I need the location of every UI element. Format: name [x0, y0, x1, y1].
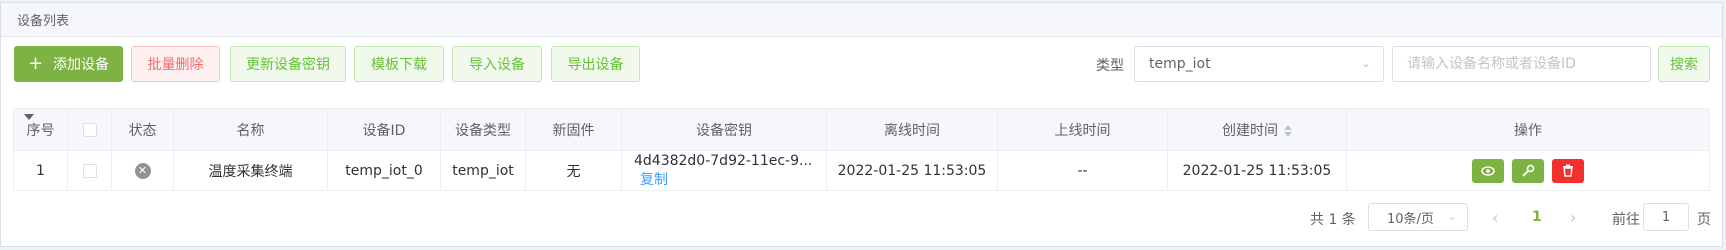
current-page-number[interactable]: 1 — [1532, 209, 1542, 225]
col-device-id: 设备ID — [327, 108, 441, 151]
trash-icon — [1563, 164, 1574, 177]
search-input[interactable] — [1392, 46, 1651, 82]
cell-device-key: 4d4382d0-7d92-11ec-9... 复制 — [621, 150, 827, 191]
add-device-label: 添加设备 — [53, 57, 110, 73]
export-device-button[interactable]: 导出设备 — [551, 46, 640, 82]
col-index[interactable]: 序号 — [13, 108, 68, 151]
view-button[interactable] — [1471, 158, 1504, 183]
col-name: 名称 — [173, 108, 328, 151]
template-download-button[interactable]: 模板下载 — [354, 46, 444, 82]
plus-icon: + — [27, 53, 44, 74]
table-header-row: 序号 状态 名称 设备ID 设备类型 新固件 设备密钥 离线时间 上线时间 创建… — [13, 108, 1710, 151]
import-device-button[interactable]: 导入设备 — [452, 46, 542, 82]
sort-caret-icon[interactable] — [1284, 124, 1292, 137]
panel-header: 设备列表 — [1, 3, 1722, 37]
cell-device-type: temp_iot — [440, 150, 526, 191]
cell-status: ✕ — [111, 150, 174, 191]
copy-key-link[interactable]: 复制 — [640, 172, 668, 188]
panel-title: 设备列表 — [17, 14, 70, 29]
add-device-button[interactable]: + 添加设备 — [14, 46, 123, 82]
page-size-select[interactable]: 10条/页 ⌄ — [1368, 203, 1468, 231]
device-key-text: 4d4382d0-7d92-11ec-9... — [634, 152, 813, 169]
select-all-checkbox[interactable] — [82, 122, 97, 137]
col-actions: 操作 — [1346, 108, 1710, 151]
table-row: 1 ✕ 温度采集终端 temp_iot_0 temp_iot 无 4d4382d… — [13, 150, 1710, 191]
cell-device-id: temp_iot_0 — [327, 150, 441, 191]
col-new-firmware: 新固件 — [525, 108, 622, 151]
update-key-button[interactable]: 更新设备密钥 — [230, 46, 346, 82]
col-select-all[interactable] — [67, 108, 112, 151]
page-size-value: 10条/页 — [1387, 211, 1434, 227]
delete-button[interactable] — [1552, 158, 1585, 183]
goto-label: 前往 — [1612, 212, 1640, 228]
col-offline-time: 离线时间 — [826, 108, 998, 151]
device-table: 序号 状态 名称 设备ID 设备类型 新固件 设备密钥 离线时间 上线时间 创建… — [13, 108, 1710, 191]
offline-status-icon: ✕ — [134, 162, 151, 179]
cell-select[interactable] — [67, 150, 112, 191]
page-suffix: 页 — [1697, 212, 1711, 228]
batch-delete-button[interactable]: 批量删除 — [131, 46, 220, 82]
cell-index: 1 — [13, 150, 68, 191]
col-created-time[interactable]: 创建时间 — [1167, 108, 1347, 151]
eye-icon — [1480, 165, 1495, 176]
cell-online-time: -- — [997, 150, 1168, 191]
col-status: 状态 — [111, 108, 174, 151]
cell-actions — [1346, 150, 1710, 191]
cell-name: 温度采集终端 — [173, 150, 328, 191]
search-button[interactable]: 搜索 — [1658, 46, 1710, 82]
cell-created-time: 2022-01-25 11:53:05 — [1167, 150, 1347, 191]
goto-page-input[interactable] — [1643, 203, 1689, 231]
cell-new-firmware: 无 — [525, 150, 622, 191]
pagination-total: 共 1 条 — [1310, 212, 1356, 228]
col-device-key: 设备密钥 — [621, 108, 827, 151]
type-filter-label: 类型 — [1096, 58, 1124, 74]
prev-page-icon[interactable]: ‹ — [1492, 208, 1498, 227]
cell-offline-time: 2022-01-25 11:53:05 — [826, 150, 998, 191]
row-checkbox[interactable] — [82, 163, 97, 178]
chevron-down-icon: ⌄ — [1360, 56, 1371, 70]
col-device-type: 设备类型 — [440, 108, 526, 151]
chevron-down-icon: ⌄ — [1447, 210, 1457, 223]
expand-triangle-icon — [24, 114, 34, 120]
type-select-value: temp_iot — [1149, 56, 1211, 72]
type-select[interactable]: temp_iot ⌄ — [1134, 46, 1384, 82]
next-page-icon[interactable]: › — [1570, 208, 1576, 227]
wrench-icon — [1522, 164, 1535, 177]
col-online-time: 上线时间 — [997, 108, 1168, 151]
key-button[interactable] — [1512, 158, 1544, 183]
